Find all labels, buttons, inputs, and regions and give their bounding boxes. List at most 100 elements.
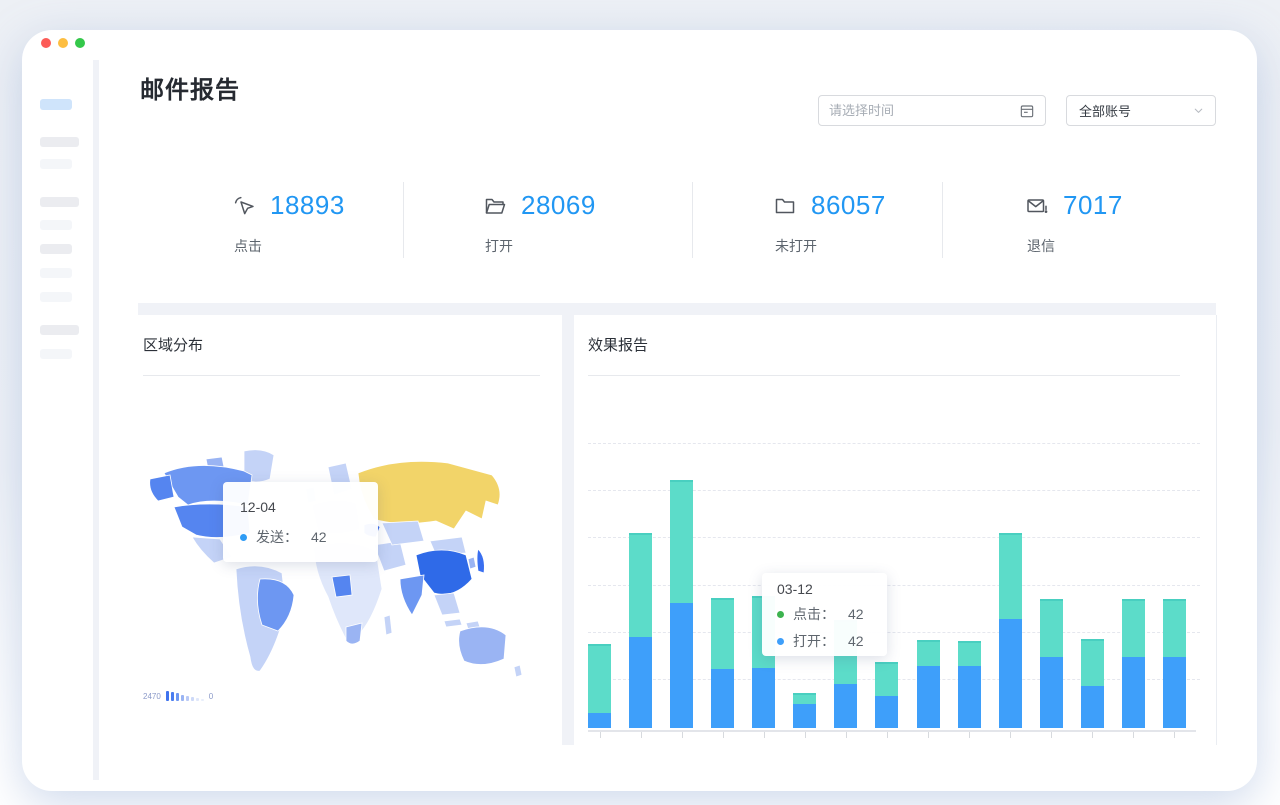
x-axis-tick (764, 732, 765, 738)
stat-opened-label: 打开 (485, 236, 596, 256)
map-tooltip-label: 发送： (256, 527, 298, 547)
x-axis-tick (1133, 732, 1134, 738)
zoom-button[interactable] (75, 38, 85, 48)
sidebar-skeleton-item (40, 137, 79, 147)
x-axis-tick (805, 732, 806, 738)
bar-segment-click (958, 641, 981, 666)
map-panel-rule (143, 375, 540, 376)
stat-clicks-label: 点击 (234, 236, 345, 256)
folder-open-icon (483, 194, 507, 218)
date-input[interactable] (829, 103, 1019, 118)
bar-segment-click (1122, 599, 1145, 657)
chevron-down-icon (1192, 104, 1205, 117)
bar-segment-open (1081, 686, 1104, 728)
cursor-click-icon (232, 194, 256, 218)
chart-x-axis (588, 730, 1196, 732)
gridline (588, 443, 1200, 444)
bar-segment-click (875, 662, 898, 696)
sidebar-skeleton-item (40, 244, 72, 254)
bar-segment-open (793, 704, 816, 728)
stacked-bar[interactable] (670, 480, 693, 730)
bar-segment-click (999, 533, 1022, 619)
x-axis-tick (969, 732, 970, 738)
chart-tooltip: 03-12 点击： 42 打开： 42 (762, 573, 887, 656)
stat-clicks-value: 18893 (270, 190, 345, 221)
account-select[interactable]: 全部账号 (1066, 95, 1216, 126)
sidebar-skeleton-item (40, 159, 72, 169)
bar-segment-open (999, 619, 1022, 728)
chart-tooltip-label-click: 点击： (793, 604, 835, 624)
stacked-bar[interactable] (1040, 599, 1063, 730)
page-title: 邮件报告 (140, 70, 240, 105)
stat-opened-value: 28069 (521, 190, 596, 221)
map-panel-title: 区域分布 (143, 334, 203, 355)
legend-scale-bars (166, 691, 204, 701)
stat-clicks: 18893 点击 (232, 190, 345, 256)
bar-segment-click (1040, 599, 1063, 657)
x-axis-tick (1051, 732, 1052, 738)
stacked-bar[interactable] (875, 662, 898, 730)
map-legend: 2470 0 (143, 691, 213, 701)
chart-panel-title: 效果报告 (588, 334, 648, 355)
sidebar-skeleton-item (40, 220, 72, 230)
stacked-bar[interactable] (629, 533, 652, 730)
chart-tooltip-value-open: 42 (848, 633, 864, 649)
app-window: 邮件报告 全部账号 18893 点击 28 (22, 30, 1257, 791)
bar-segment-open (711, 669, 734, 728)
stacked-bar[interactable] (711, 598, 734, 730)
x-axis-tick (928, 732, 929, 738)
map-tooltip-value: 42 (311, 529, 327, 545)
series-dot-send (240, 534, 247, 541)
stat-bounced-label: 退信 (1027, 236, 1123, 256)
bar-segment-click (793, 693, 816, 704)
series-dot-click (777, 611, 784, 618)
stat-bounced-value: 7017 (1063, 190, 1123, 221)
stats-divider (692, 182, 693, 258)
date-picker[interactable] (818, 95, 1046, 126)
stat-bounced: 7017 退信 (1025, 190, 1123, 256)
stat-unopened-label: 未打开 (775, 236, 886, 256)
stat-unopened-value: 86057 (811, 190, 886, 221)
bar-segment-click (711, 598, 734, 669)
bar-segment-open (1163, 657, 1186, 728)
sidebar-skeleton-item (40, 268, 72, 278)
chart-tooltip-label-open: 打开： (793, 631, 835, 651)
panel-right-edge (1216, 315, 1217, 745)
bar-segment-open (1122, 657, 1145, 728)
window-controls (41, 38, 85, 48)
stacked-bar[interactable] (1081, 639, 1104, 730)
chart-tooltip-value-click: 42 (848, 606, 864, 622)
x-axis-tick (600, 732, 601, 738)
bar-segment-open (588, 713, 611, 728)
bar-segment-open (752, 668, 775, 728)
bar-segment-open (1040, 657, 1063, 728)
x-axis-tick (1010, 732, 1011, 738)
bar-segment-open (875, 696, 898, 728)
legend-max: 2470 (143, 692, 161, 701)
bar-segment-click (1163, 599, 1186, 657)
sidebar-skeleton-item (40, 325, 79, 335)
stacked-bar[interactable] (588, 644, 611, 730)
stacked-bar[interactable] (793, 693, 816, 730)
stacked-bar[interactable] (1122, 599, 1145, 730)
account-select-value: 全部账号 (1079, 101, 1192, 120)
bar-segment-open (834, 684, 857, 728)
map-tooltip-date: 12-04 (240, 499, 378, 515)
stacked-bar[interactable] (917, 640, 940, 730)
stacked-bar[interactable] (958, 641, 981, 730)
bar-segment-open (670, 603, 693, 728)
series-dot-open (777, 638, 784, 645)
close-button[interactable] (41, 38, 51, 48)
x-axis-tick (887, 732, 888, 738)
x-axis-tick (723, 732, 724, 738)
map-tooltip: 12-04 发送： 42 (223, 482, 378, 562)
x-axis-tick (1092, 732, 1093, 738)
bar-segment-click (917, 640, 940, 666)
minimize-button[interactable] (58, 38, 68, 48)
stacked-bar[interactable] (1163, 599, 1186, 730)
legend-min: 0 (209, 692, 213, 701)
bar-segment-click (670, 480, 693, 603)
x-axis-tick (846, 732, 847, 738)
sidebar-skeleton-item (40, 349, 72, 359)
stacked-bar[interactable] (999, 533, 1022, 730)
